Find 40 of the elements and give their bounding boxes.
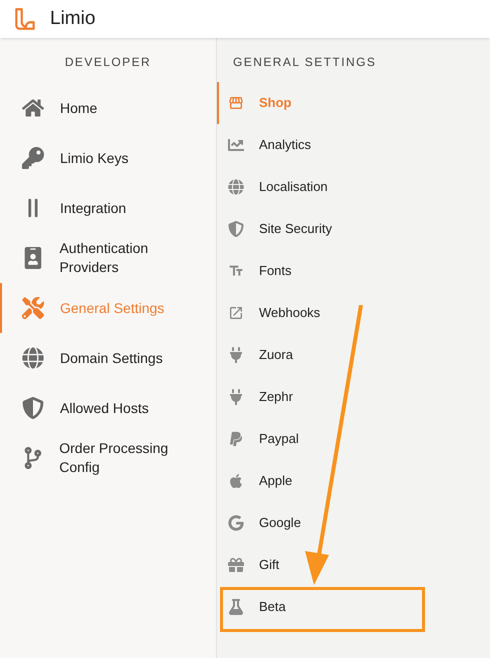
settings-item[interactable]: Zuora [217,334,490,376]
google-icon [227,515,245,531]
sidebar-item[interactable]: Integration [0,183,216,233]
chart-icon [227,137,245,153]
settings-item[interactable]: Analytics [217,124,490,166]
shield-icon [20,397,46,419]
plug-icon [227,389,245,405]
apple-icon [227,473,245,489]
settings-item[interactable]: Site Security [217,208,490,250]
sidebar-item[interactable]: Limio Keys [0,133,216,183]
settings-item[interactable]: Gift [217,544,490,586]
shop-icon [227,95,245,111]
globe-icon [227,179,245,195]
home-icon [20,97,46,119]
sidebar-item[interactable]: Domain Settings [0,333,216,383]
sidebar-item[interactable]: Home [0,83,216,133]
settings-item[interactable]: Google [217,502,490,544]
sidebar-item[interactable]: Order Processing Config [0,433,216,483]
flask-icon [227,599,245,615]
section-heading: GENERAL SETTINGS [233,54,378,71]
plug-icon [227,347,245,363]
sidebar-item[interactable]: Authentication Providers [0,233,216,283]
shield-icon [227,221,245,237]
paypal-icon [227,431,245,447]
settings-item[interactable]: Localisation [217,166,490,208]
globe-icon [20,347,46,369]
settings-item[interactable]: Apple [217,460,490,502]
gift-icon [227,557,245,573]
sidebar-item[interactable]: Allowed Hosts [0,383,216,433]
tools-icon [20,297,46,319]
settings-item[interactable]: Paypal [217,418,490,460]
external-link-icon [227,305,245,321]
key-icon [20,147,46,169]
app-title: Limio [50,6,96,31]
logo-icon [12,6,38,32]
settings-item[interactable]: Beta [217,586,490,628]
section-heading: DEVELOPER [64,54,152,71]
settings-item[interactable]: Zephr [217,376,490,418]
settings-item[interactable]: Fonts [217,250,490,292]
settings-item[interactable]: Webhooks [217,292,490,334]
